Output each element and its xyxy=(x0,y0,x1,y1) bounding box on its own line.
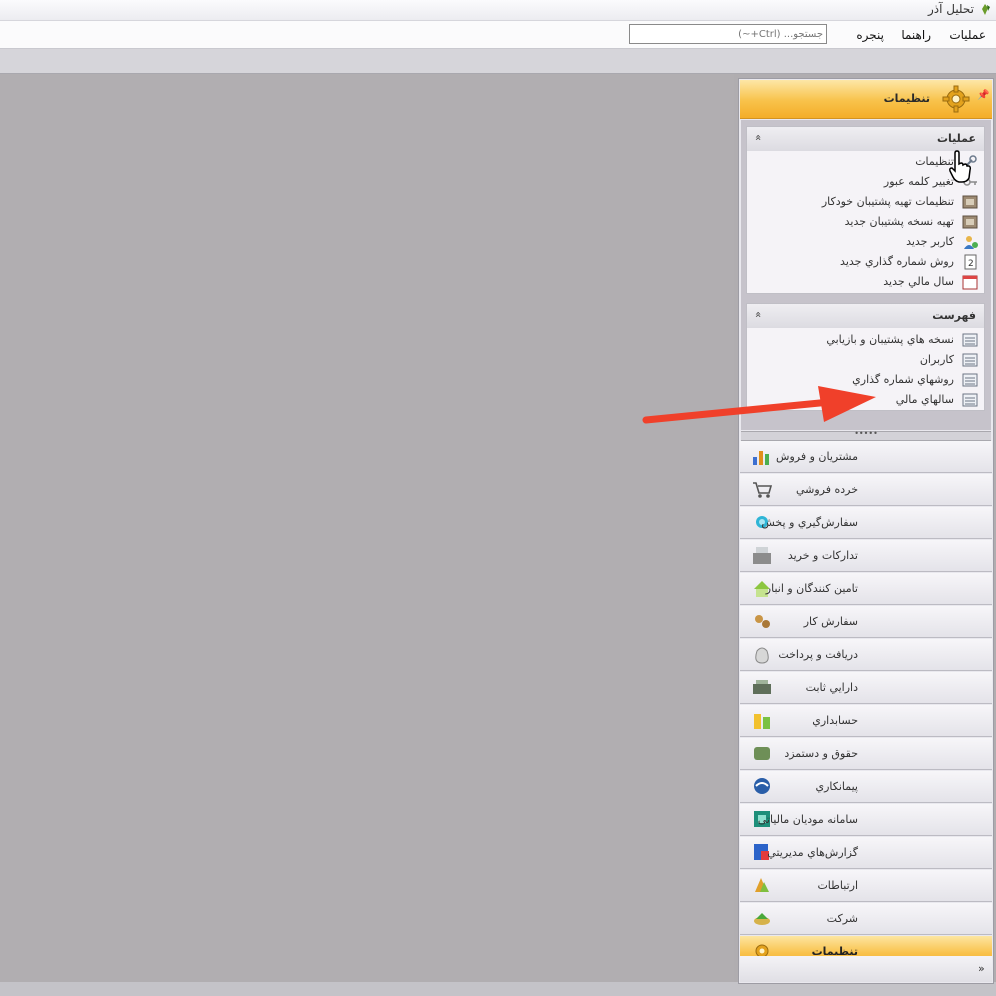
list-item-backups[interactable]: نسخه هاي پشتيبان و بازيابي xyxy=(750,331,980,349)
list-icon xyxy=(962,393,978,407)
hand-cursor-icon xyxy=(949,150,972,183)
module-communication[interactable]: ارتباطات xyxy=(740,870,992,902)
panel-footer: » xyxy=(740,956,992,982)
module-chart[interactable]: مشتریان و فروش xyxy=(740,441,992,473)
task-auto-backup-settings[interactable]: تنظیمات تهیه پشتیبان خودکار xyxy=(750,193,980,211)
module-label: خرده فروشي xyxy=(795,483,858,496)
app-title: تحلیل آذر xyxy=(927,2,974,16)
contracting-icon xyxy=(754,778,770,794)
task-label: نسخه هاي پشتيبان و بازيابي xyxy=(826,333,954,346)
search-input[interactable] xyxy=(633,26,823,42)
module-accounting[interactable]: حسابداري xyxy=(740,705,992,737)
module-label: دریافت و پرداخت xyxy=(778,648,858,661)
task-new-user[interactable]: کاربر جدید xyxy=(750,233,980,251)
module-label: تدارکات و خرید xyxy=(787,549,858,562)
calendar-icon xyxy=(962,275,978,290)
menu-bar: عملیات راهنما پنجره xyxy=(0,21,996,49)
task-label: روش شماره گذاري جديد xyxy=(840,255,954,268)
menu-help[interactable]: راهنما xyxy=(901,28,931,42)
accounting-icon xyxy=(754,714,770,729)
task-change-password[interactable]: تغییر کلمه عبور xyxy=(750,173,980,191)
gear-icon xyxy=(942,85,970,113)
panel-splitter[interactable]: ••••• xyxy=(741,430,991,441)
backup-new-icon xyxy=(962,215,978,229)
title-bar: تحلیل آذر xyxy=(0,0,996,21)
cash-register-icon xyxy=(753,547,771,564)
annotation-arrow-icon xyxy=(642,386,876,424)
pin-icon[interactable]: 📌 xyxy=(977,90,989,101)
module-cash-register[interactable]: تدارکات و خرید xyxy=(740,540,992,572)
module-work-order[interactable]: سفارش کار xyxy=(740,606,992,638)
menu-window[interactable]: پنجره xyxy=(856,28,884,42)
task-new-backup[interactable]: تهیه نسخه پشتیبان جدید xyxy=(750,213,980,231)
list-icon xyxy=(962,353,978,367)
menu-operations[interactable]: عملیات xyxy=(949,28,986,42)
company-icon xyxy=(754,913,770,925)
add-user-icon xyxy=(964,236,978,249)
module-label: تامین کنندگان و انبار xyxy=(765,582,858,595)
group-title: فهرست xyxy=(932,309,976,322)
module-label: سامانه مودیان مالیاتی xyxy=(757,813,858,826)
chart-icon xyxy=(753,451,769,465)
task-label: کاربر جدید xyxy=(906,235,954,248)
status-bar xyxy=(0,982,996,996)
backup-settings-icon xyxy=(962,195,978,209)
workspace-area xyxy=(0,74,734,982)
module-label: سفارش کار xyxy=(803,615,858,628)
collapse-chevron-icon[interactable]: « xyxy=(752,134,765,141)
module-cart[interactable]: خرده فروشي xyxy=(740,474,992,506)
salary-icon xyxy=(754,747,770,760)
module-label: سفارش‌گیري و پخش xyxy=(761,516,858,529)
group-header-list[interactable]: « فهرست xyxy=(746,303,985,328)
navigation-panel: 📌 تنظیمات « عملیات تنظیمات تغییر کلمه عب… xyxy=(738,78,994,984)
group-title: عملیات xyxy=(936,132,976,145)
numbering-icon: 2 xyxy=(964,254,977,270)
task-label: سال مالي جديد xyxy=(883,275,954,288)
module-report[interactable]: گزارش‌هاي مديريتي xyxy=(740,837,992,869)
module-label: پیمانکاري xyxy=(815,780,858,793)
task-label: تهیه نسخه پشتیبان جدید xyxy=(844,215,954,228)
panel-title: تنظیمات xyxy=(883,92,930,105)
module-salary[interactable]: حقوق و دستمزد xyxy=(740,738,992,770)
module-list: مشتریان و فروش خرده فروشي سفارش‌گیري و پخش… xyxy=(740,441,992,969)
work-order-icon xyxy=(755,615,770,628)
cart-icon xyxy=(753,482,773,498)
panel-header: 📌 تنظیمات xyxy=(740,80,992,119)
list-icon xyxy=(962,373,978,387)
list-item-users[interactable]: کاربران xyxy=(750,351,980,369)
module-label: ارتباطات xyxy=(817,879,858,892)
task-new-fiscal-year[interactable]: سال مالي جديد xyxy=(750,273,980,291)
toolbar xyxy=(0,49,996,74)
task-label: کاربران xyxy=(919,353,954,366)
module-label: مشتریان و فروش xyxy=(776,450,858,463)
group-header-operations[interactable]: « عملیات xyxy=(746,126,985,151)
module-label: گزارش‌هاي مديريتي xyxy=(767,846,858,859)
module-company[interactable]: شرکت xyxy=(740,903,992,935)
search-box[interactable] xyxy=(629,24,827,44)
module-label: حقوق و دستمزد xyxy=(784,747,858,760)
list-icon xyxy=(962,333,978,347)
task-settings[interactable]: تنظیمات xyxy=(750,153,980,171)
module-label: شرکت xyxy=(826,912,858,925)
module-distribution[interactable]: سفارش‌گیري و پخش xyxy=(740,507,992,539)
module-label: دارايي ثابت xyxy=(805,681,858,694)
module-fixed-asset[interactable]: دارايي ثابت xyxy=(740,672,992,704)
module-contracting[interactable]: پیمانکاري xyxy=(740,771,992,803)
svg-text:2: 2 xyxy=(968,259,974,269)
module-label: حسابداري xyxy=(812,714,858,727)
more-modules-icon[interactable]: » xyxy=(978,962,985,975)
task-label: تنظیمات تهیه پشتیبان خودکار xyxy=(821,195,954,208)
collapse-chevron-icon[interactable]: « xyxy=(752,311,765,318)
fixed-asset-icon xyxy=(753,680,771,694)
task-new-numbering[interactable]: روش شماره گذاري جديد 2 xyxy=(750,253,980,271)
communication-icon xyxy=(755,878,769,892)
task-label: سالهاي مالي xyxy=(895,393,954,406)
app-logo-icon xyxy=(982,4,990,15)
module-tax-system[interactable]: سامانه مودیان مالیاتی xyxy=(740,804,992,836)
module-warehouse[interactable]: تامین کنندگان و انبار xyxy=(740,573,992,605)
task-label: تغییر کلمه عبور xyxy=(883,175,954,188)
module-money-bag[interactable]: دریافت و پرداخت xyxy=(740,639,992,671)
money-bag-icon xyxy=(755,647,769,664)
